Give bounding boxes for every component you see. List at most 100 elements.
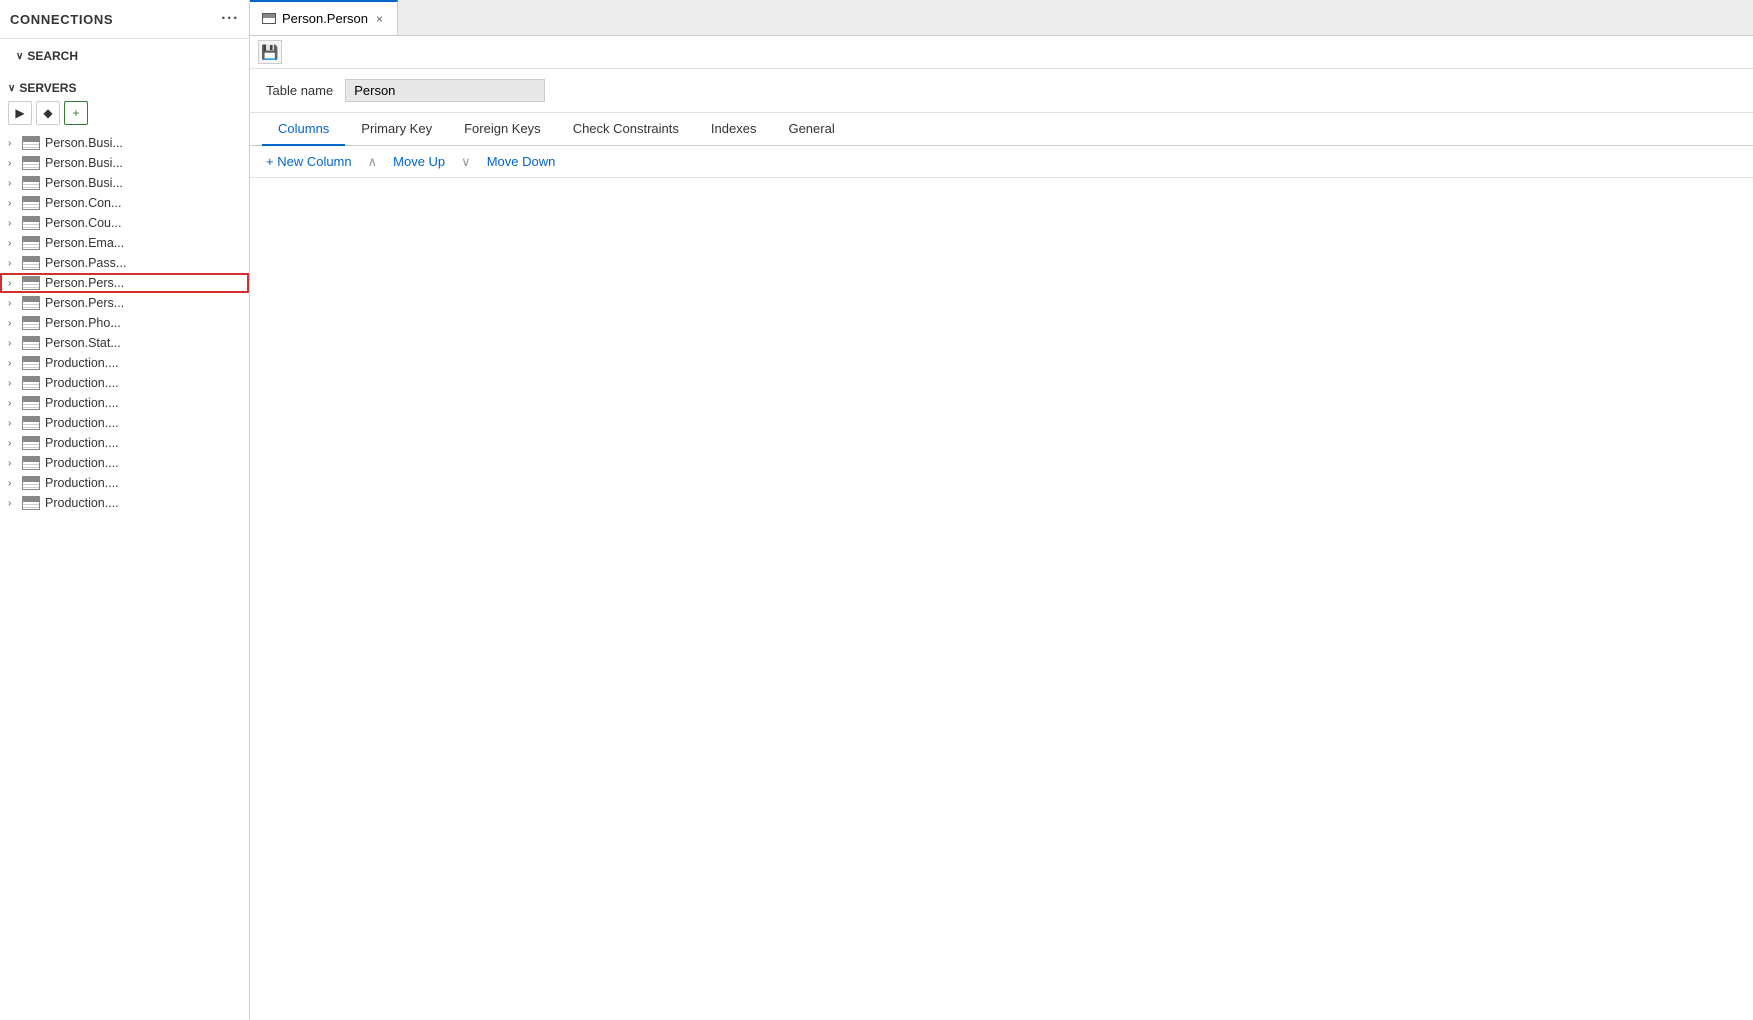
server-icon-btn-1[interactable]: ▶ [8, 101, 32, 125]
tree-item-label-10: Person.Stat... [45, 336, 121, 350]
tree-table-icon-1 [22, 156, 40, 170]
table-name-input[interactable] [345, 79, 545, 102]
tab-person-person[interactable]: Person.Person × [250, 0, 398, 35]
tree-table-icon-15 [22, 436, 40, 450]
tree-chevron-16: › [8, 458, 22, 469]
tree-chevron-11: › [8, 358, 22, 369]
sidebar-tree-item-13[interactable]: › Production.... [0, 393, 249, 413]
tree-chevron-12: › [8, 378, 22, 389]
tree-item-label-2: Person.Busi... [45, 176, 123, 190]
table-name-row: Table name [250, 69, 1753, 113]
tree-chevron-7: › [8, 278, 22, 289]
sidebar-tree-item-10[interactable]: › Person.Stat... [0, 333, 249, 353]
tree-table-icon-6 [22, 256, 40, 270]
tree-table-icon-18 [22, 496, 40, 510]
tab-bar: Person.Person × [250, 0, 1753, 36]
sidebar-tree-item-18[interactable]: › Production.... [0, 493, 249, 513]
tree-item-label-8: Person.Pers... [45, 296, 124, 310]
sidebar-tree-item-8[interactable]: › Person.Pers... [0, 293, 249, 313]
tree-item-label-13: Production.... [45, 396, 119, 410]
tab-table-icon [262, 13, 276, 24]
sidebar-tree-item-5[interactable]: › Person.Ema... [0, 233, 249, 253]
sidebar-tree-item-6[interactable]: › Person.Pass... [0, 253, 249, 273]
server-icon-btn-2[interactable]: ◆ [36, 101, 60, 125]
tree-item-label-4: Person.Cou... [45, 216, 121, 230]
servers-header[interactable]: ∨ SERVERS [0, 77, 249, 99]
tree-chevron-9: › [8, 318, 22, 329]
tree-table-icon-3 [22, 196, 40, 210]
sidebar-tree-item-2[interactable]: › Person.Busi... [0, 173, 249, 193]
sidebar-tree: › Person.Busi... › Person.Busi... › Pers… [0, 133, 249, 1020]
tree-item-label-15: Production.... [45, 436, 119, 450]
sidebar-tree-item-14[interactable]: › Production.... [0, 413, 249, 433]
sidebar-tree-item-16[interactable]: › Production.... [0, 453, 249, 473]
tree-chevron-5: › [8, 238, 22, 249]
sidebar-tree-item-1[interactable]: › Person.Busi... [0, 153, 249, 173]
sidebar-tree-item-11[interactable]: › Production.... [0, 353, 249, 373]
tree-table-icon-4 [22, 216, 40, 230]
tree-item-label-3: Person.Con... [45, 196, 121, 210]
sidebar-tree-item-17[interactable]: › Production.... [0, 473, 249, 493]
move-down-button[interactable]: Move Down [483, 152, 560, 171]
tree-chevron-17: › [8, 478, 22, 489]
tree-table-icon-17 [22, 476, 40, 490]
servers-section: ∨ SERVERS ▶ ◆ + [0, 73, 249, 133]
tree-item-label-7: Person.Pers... [45, 276, 124, 290]
schema-tab-primary-key[interactable]: Primary Key [345, 113, 448, 146]
sidebar-tree-item-0[interactable]: › Person.Busi... [0, 133, 249, 153]
tree-item-label-9: Person.Pho... [45, 316, 121, 330]
tree-table-icon-2 [22, 176, 40, 190]
tree-table-icon-12 [22, 376, 40, 390]
tree-chevron-1: › [8, 158, 22, 169]
sidebar-tree-item-15[interactable]: › Production.... [0, 433, 249, 453]
server-icon-btn-3[interactable]: + [64, 101, 88, 125]
tree-table-icon-16 [22, 456, 40, 470]
search-section: ∨ SEARCH [0, 39, 249, 73]
tree-item-label-18: Production.... [45, 496, 119, 510]
sidebar-more-icon[interactable]: ··· [221, 10, 239, 28]
tab-close-button[interactable]: × [374, 12, 385, 26]
tree-chevron-10: › [8, 338, 22, 349]
schema-tab-general[interactable]: General [772, 113, 850, 146]
table-name-label: Table name [266, 83, 333, 98]
new-column-label: + New Column [266, 154, 352, 169]
tree-table-icon-7 [22, 276, 40, 290]
schema-tab-columns[interactable]: Columns [262, 113, 345, 146]
schema-tab-indexes[interactable]: Indexes [695, 113, 773, 146]
tree-chevron-14: › [8, 418, 22, 429]
tree-item-label-16: Production.... [45, 456, 119, 470]
tree-table-icon-5 [22, 236, 40, 250]
schema-tab-check-constraints[interactable]: Check Constraints [557, 113, 695, 146]
schema-tab-foreign-keys[interactable]: Foreign Keys [448, 113, 557, 146]
sidebar-tree-item-4[interactable]: › Person.Cou... [0, 213, 249, 233]
search-header[interactable]: ∨ SEARCH [8, 45, 241, 67]
tree-chevron-18: › [8, 498, 22, 509]
tree-chevron-2: › [8, 178, 22, 189]
save-button[interactable]: 💾 [258, 40, 282, 64]
columns-table-wrapper [250, 178, 1753, 1020]
sidebar: CONNECTIONS ··· ∨ SEARCH ∨ SERVERS ▶ ◆ +… [0, 0, 250, 1020]
content-toolbar: 💾 [250, 36, 1753, 69]
tree-chevron-8: › [8, 298, 22, 309]
servers-toolbar: ▶ ◆ + [0, 99, 249, 129]
tree-item-label-1: Person.Busi... [45, 156, 123, 170]
move-up-button[interactable]: Move Up [389, 152, 449, 171]
search-chevron: ∨ [16, 51, 23, 62]
tree-item-label-11: Production.... [45, 356, 119, 370]
sidebar-tree-item-7[interactable]: › Person.Pers... [0, 273, 249, 293]
move-up-label: Move Up [393, 154, 445, 169]
search-label: SEARCH [27, 49, 78, 63]
sidebar-tree-item-9[interactable]: › Person.Pho... [0, 313, 249, 333]
sidebar-tree-item-3[interactable]: › Person.Con... [0, 193, 249, 213]
tree-chevron-0: › [8, 138, 22, 149]
tree-table-icon-0 [22, 136, 40, 150]
tree-item-label-12: Production.... [45, 376, 119, 390]
new-column-button[interactable]: + New Column [262, 152, 356, 171]
main-panel: Person.Person × 💾 Table name ColumnsPrim… [250, 0, 1753, 1020]
tab-label: Person.Person [282, 11, 368, 26]
tree-item-label-0: Person.Busi... [45, 136, 123, 150]
servers-chevron: ∨ [8, 83, 15, 94]
tree-table-icon-14 [22, 416, 40, 430]
sidebar-tree-item-12[interactable]: › Production.... [0, 373, 249, 393]
tree-table-icon-11 [22, 356, 40, 370]
